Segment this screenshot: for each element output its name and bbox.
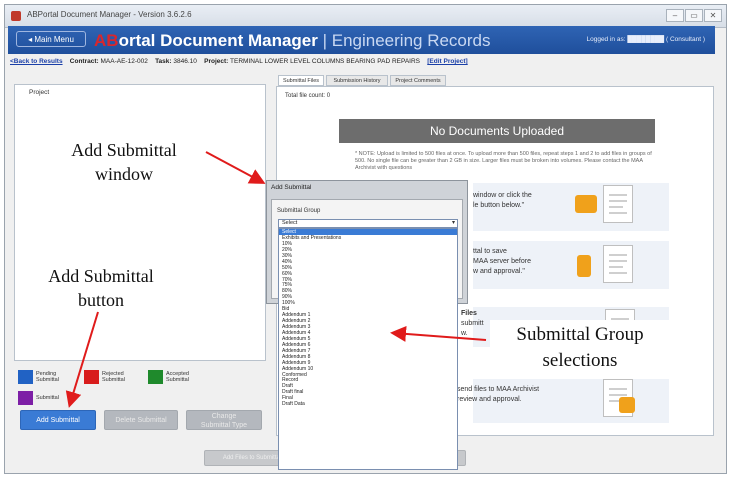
arrow-to-add-button — [65, 311, 99, 408]
arrow-to-dialog — [205, 151, 266, 184]
arrow-to-options — [390, 325, 487, 342]
annotation-arrows — [65, 151, 487, 408]
